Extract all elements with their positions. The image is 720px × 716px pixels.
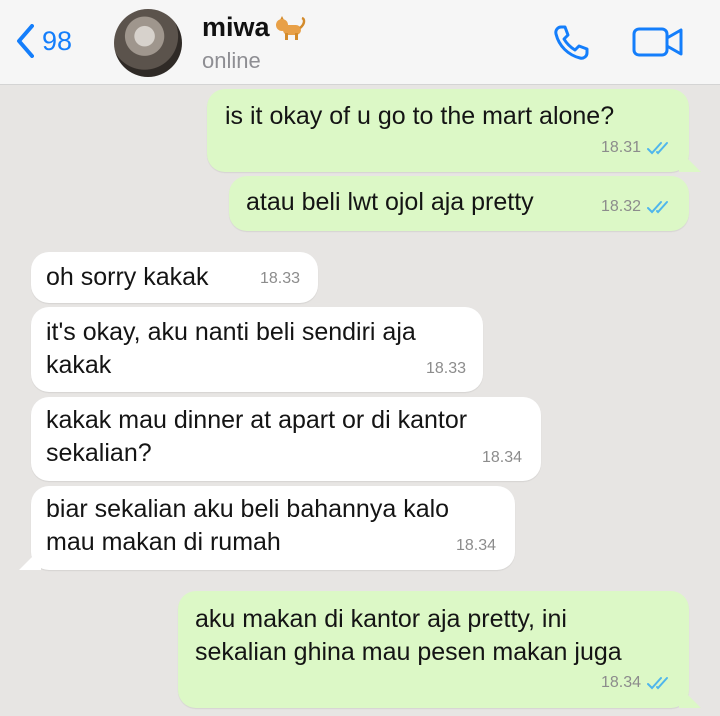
chevron-left-icon: [17, 24, 34, 58]
message-time: 18.33: [425, 360, 466, 377]
avatar[interactable]: [114, 9, 182, 77]
message-text: kakak mau dinner at apart or di kantor s…: [46, 406, 468, 467]
unread-count: 98: [42, 25, 73, 56]
double-check-icon: [647, 200, 668, 213]
message-bubble-outgoing[interactable]: atau beli lwt ojol aja pretty 18.32: [229, 176, 689, 231]
message-bubble-incoming[interactable]: biar sekalian aku beli bahannya kalo mau…: [31, 486, 515, 570]
contact-status: online: [202, 48, 261, 73]
message-bubble-incoming[interactable]: oh sorry kakak 18.33: [31, 252, 318, 303]
message-time: 18.34: [481, 449, 522, 466]
message-text: atau beli lwt ojol aja pretty: [246, 188, 534, 216]
message-bubble-incoming[interactable]: kakak mau dinner at apart or di kantor s…: [31, 397, 541, 481]
contact-name-text: miwa: [202, 12, 270, 42]
message-bubble-outgoing[interactable]: aku makan di kantor aja pretty, ini seka…: [178, 591, 689, 708]
double-check-icon: [647, 141, 668, 154]
back-button[interactable]: 98: [16, 24, 72, 58]
message-time: 18.34: [600, 674, 641, 691]
chat-header: 98 miwa online: [0, 0, 720, 85]
message-bubble-incoming[interactable]: it's okay, aku nanti beli sendiri aja ka…: [31, 307, 483, 392]
message-time: 18.34: [455, 537, 496, 554]
message-text: oh sorry kakak: [46, 263, 209, 291]
phone-icon: [554, 25, 589, 60]
contact-info[interactable]: miwa online: [202, 12, 306, 74]
voice-call-button[interactable]: [552, 24, 592, 67]
message-text: is it okay of u go to the mart alone?: [225, 102, 615, 130]
message-text: biar sekalian aku beli bahannya kalo mau…: [46, 495, 450, 556]
message-text: aku makan di kantor aja pretty, ini seka…: [195, 605, 622, 666]
message-bubble-outgoing[interactable]: is it okay of u go to the mart alone? 18…: [207, 89, 689, 172]
video-call-button[interactable]: [632, 25, 684, 64]
double-check-icon: [647, 676, 668, 689]
video-icon: [632, 27, 683, 57]
cat-icon: [275, 15, 305, 40]
message-time: 18.32: [600, 198, 641, 215]
message-text: it's okay, aku nanti beli sendiri aja ka…: [46, 318, 416, 379]
contact-name: miwa: [202, 12, 306, 43]
message-list[interactable]: is it okay of u go to the mart alone? 18…: [0, 85, 720, 716]
message-time: 18.33: [259, 270, 300, 287]
message-time: 18.31: [600, 139, 641, 156]
